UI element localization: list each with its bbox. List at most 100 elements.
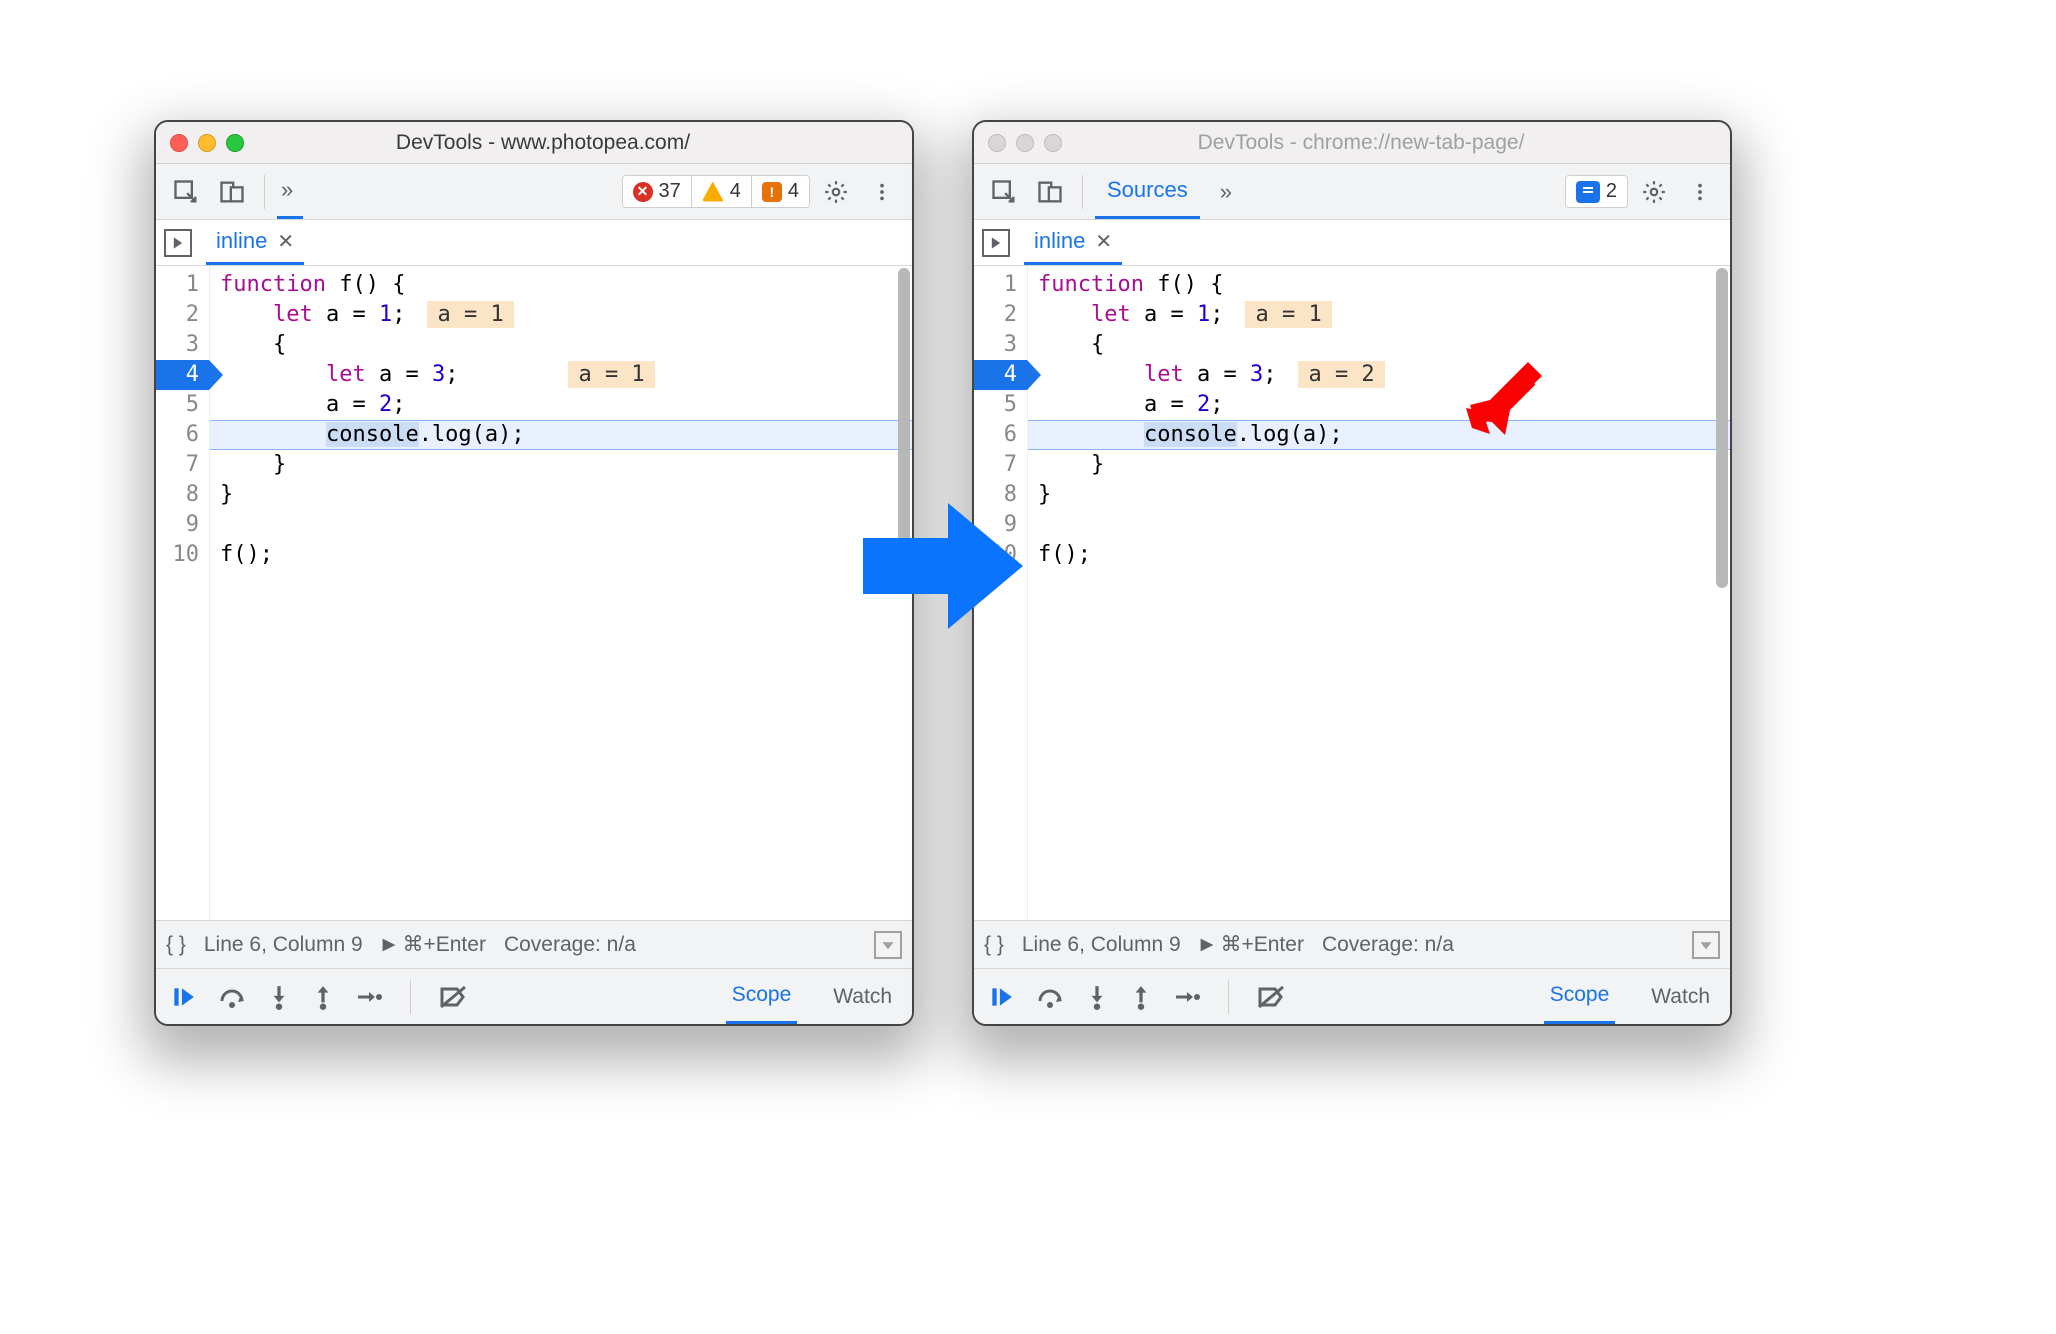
line-number[interactable]: 7 xyxy=(974,450,1027,480)
device-toggle-icon[interactable] xyxy=(1030,172,1070,212)
file-tab-inline[interactable]: inline ✕ xyxy=(206,222,304,265)
line-number[interactable]: 9 xyxy=(156,510,209,540)
step-into-button[interactable] xyxy=(1086,984,1108,1010)
code-content[interactable]: function f() { let a = 1;a = 1 { let a =… xyxy=(210,266,912,920)
watch-tab[interactable]: Watch xyxy=(1645,969,1716,1024)
line-number[interactable]: 5 xyxy=(974,390,1027,420)
window-title: DevTools - www.photopea.com/ xyxy=(254,131,832,155)
file-tab-label: inline xyxy=(216,228,267,254)
line-gutter[interactable]: 1 2 3 4 5 6 7 8 9 10 xyxy=(156,266,210,920)
step-out-button[interactable] xyxy=(312,984,334,1010)
navigator-toggle-icon[interactable] xyxy=(164,229,192,257)
error-count-badge[interactable]: ✕ 37 xyxy=(623,176,692,207)
step-into-button[interactable] xyxy=(268,984,290,1010)
file-tab-label: inline xyxy=(1034,228,1085,254)
traffic-lights xyxy=(170,134,244,152)
editor-dropdown-icon[interactable] xyxy=(874,931,902,959)
code-editor[interactable]: 1 2 3 4 5 6 7 8 9 10 function f() { let … xyxy=(156,266,912,920)
line-number[interactable]: 2 xyxy=(974,300,1027,330)
overflow-tabs-button[interactable]: » xyxy=(277,164,303,219)
execution-line-number[interactable]: 4 xyxy=(974,360,1027,390)
settings-button[interactable] xyxy=(1634,172,1674,212)
debugger-toolbar: Scope Watch xyxy=(156,968,912,1024)
step-out-button[interactable] xyxy=(1130,984,1152,1010)
resume-button[interactable] xyxy=(988,984,1014,1010)
coverage-label: Coverage: n/a xyxy=(1322,933,1454,957)
titlebar: DevTools - www.photopea.com/ xyxy=(156,122,912,164)
devtools-window-left: DevTools - www.photopea.com/ » ✕ 37 4 xyxy=(154,120,914,1026)
coverage-label: Coverage: n/a xyxy=(504,933,636,957)
step-over-button[interactable] xyxy=(218,984,246,1010)
line-number[interactable]: 2 xyxy=(156,300,209,330)
step-button[interactable] xyxy=(356,986,382,1008)
error-icon: ✕ xyxy=(633,182,653,202)
code-editor[interactable]: 1 2 3 4 5 6 7 8 9 10 function f() { let … xyxy=(974,266,1730,920)
more-menu-button[interactable] xyxy=(1680,172,1720,212)
inspect-element-icon[interactable] xyxy=(166,172,206,212)
close-icon[interactable]: ✕ xyxy=(1095,229,1112,254)
line-number[interactable]: 8 xyxy=(156,480,209,510)
pretty-print-button[interactable]: { } xyxy=(166,933,186,957)
cursor-position: Line 6, Column 9 xyxy=(204,933,363,957)
minimize-window-button[interactable] xyxy=(198,134,216,152)
zoom-window-button[interactable] xyxy=(1044,134,1062,152)
sources-tab[interactable]: Sources xyxy=(1095,164,1200,219)
inline-value: a = 1 xyxy=(427,301,513,328)
deactivate-breakpoints-button[interactable] xyxy=(1257,985,1285,1009)
issue-count: 4 xyxy=(788,180,799,203)
editor-dropdown-icon[interactable] xyxy=(1692,931,1720,959)
devtools-tabbar: » ✕ 37 4 ! 4 xyxy=(156,164,912,220)
inline-value: a = 1 xyxy=(568,361,654,388)
console-badges[interactable]: 2 xyxy=(1565,175,1628,208)
close-icon[interactable]: ✕ xyxy=(277,229,294,254)
minimize-window-button[interactable] xyxy=(1016,134,1034,152)
device-toggle-icon[interactable] xyxy=(212,172,252,212)
line-number[interactable]: 1 xyxy=(156,270,209,300)
warning-count-badge[interactable]: 4 xyxy=(692,176,752,207)
close-window-button[interactable] xyxy=(170,134,188,152)
devtools-window-right: DevTools - chrome://new-tab-page/ Source… xyxy=(972,120,1732,1026)
line-number[interactable]: 5 xyxy=(156,390,209,420)
console-badges[interactable]: ✕ 37 4 ! 4 xyxy=(622,175,811,208)
scope-tab[interactable]: Scope xyxy=(726,969,798,1024)
window-title: DevTools - chrome://new-tab-page/ xyxy=(1072,131,1650,155)
line-number[interactable]: 7 xyxy=(156,450,209,480)
traffic-lights xyxy=(988,134,1062,152)
issue-count-badge[interactable]: 2 xyxy=(1566,176,1627,207)
line-number[interactable]: 1 xyxy=(974,270,1027,300)
run-snippet-button[interactable]: ⌘+Enter xyxy=(1199,932,1304,957)
step-over-button[interactable] xyxy=(1036,984,1064,1010)
file-tab-inline[interactable]: inline ✕ xyxy=(1024,222,1122,265)
settings-button[interactable] xyxy=(816,172,856,212)
warning-count: 4 xyxy=(730,180,741,203)
editor-statusbar: { } Line 6, Column 9 ⌘+Enter Coverage: n… xyxy=(156,920,912,968)
more-menu-button[interactable] xyxy=(862,172,902,212)
line-number[interactable]: 3 xyxy=(156,330,209,360)
issue-count: 2 xyxy=(1606,180,1617,203)
warning-icon xyxy=(702,182,724,202)
run-snippet-button[interactable]: ⌘+Enter xyxy=(381,932,486,957)
titlebar: DevTools - chrome://new-tab-page/ xyxy=(974,122,1730,164)
line-number[interactable]: 3 xyxy=(974,330,1027,360)
inspect-element-icon[interactable] xyxy=(984,172,1024,212)
execution-line-number[interactable]: 4 xyxy=(156,360,209,390)
issue-count-badge[interactable]: ! 4 xyxy=(752,176,809,207)
scope-tab[interactable]: Scope xyxy=(1544,969,1616,1024)
line-number[interactable]: 10 xyxy=(156,540,209,570)
overflow-tabs-button[interactable]: » xyxy=(1212,179,1240,205)
issue-icon: ! xyxy=(762,182,782,202)
deactivate-breakpoints-button[interactable] xyxy=(439,985,467,1009)
line-number[interactable]: 6 xyxy=(974,420,1027,450)
pretty-print-button[interactable]: { } xyxy=(984,933,1004,957)
line-number[interactable]: 6 xyxy=(156,420,209,450)
resume-button[interactable] xyxy=(170,984,196,1010)
watch-tab[interactable]: Watch xyxy=(827,969,898,1024)
scrollbar[interactable] xyxy=(1716,268,1728,588)
editor-statusbar: { } Line 6, Column 9 ⌘+Enter Coverage: n… xyxy=(974,920,1730,968)
close-window-button[interactable] xyxy=(988,134,1006,152)
code-content[interactable]: function f() { let a = 1;a = 1 { let a =… xyxy=(1028,266,1730,920)
file-tabbar: inline ✕ xyxy=(974,220,1730,266)
zoom-window-button[interactable] xyxy=(226,134,244,152)
step-button[interactable] xyxy=(1174,986,1200,1008)
navigator-toggle-icon[interactable] xyxy=(982,229,1010,257)
